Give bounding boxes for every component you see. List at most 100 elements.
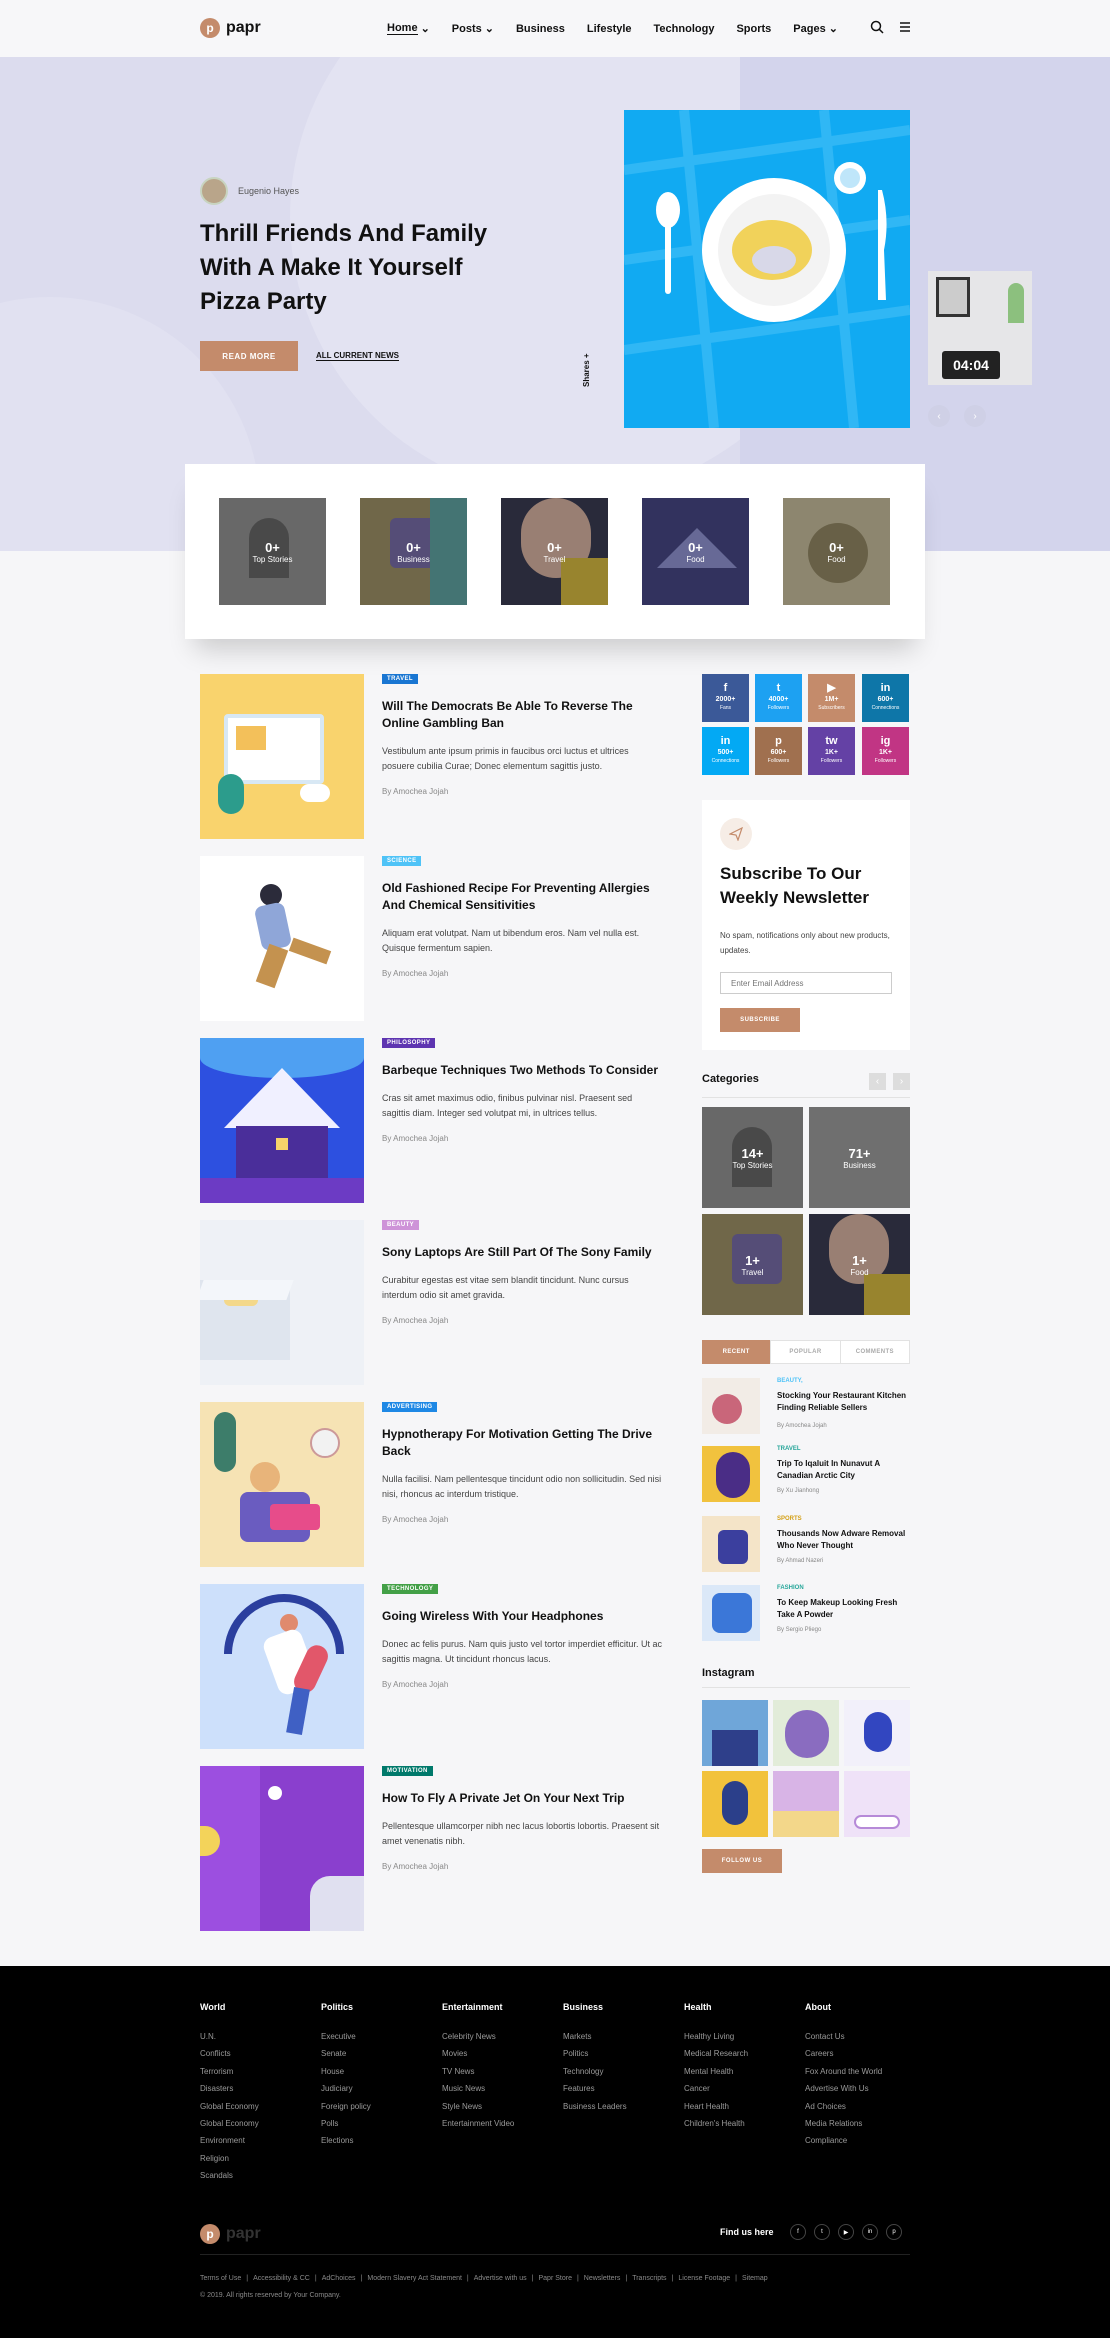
social-pinterest[interactable]: p 600+ Followers [755, 727, 802, 775]
footer-link[interactable]: Global Economy [200, 2098, 310, 2115]
social-facebook[interactable]: f 2000+ Fans [702, 674, 749, 722]
footer-link[interactable]: Scandals [200, 2167, 310, 2184]
footer-link[interactable]: Terrorism [200, 2063, 310, 2080]
footer-bottom-link[interactable]: Modern Slavery Act Statement [367, 2275, 462, 2282]
footer-link[interactable]: Advertise With Us [805, 2080, 915, 2097]
nav-item-business[interactable]: Business [516, 22, 565, 35]
article-tag[interactable]: TRAVEL [382, 674, 418, 684]
article-image[interactable] [200, 1584, 364, 1749]
footer-link[interactable]: Markets [563, 2028, 673, 2045]
instagram-photo[interactable] [702, 1700, 768, 1766]
footer-link[interactable]: Senate [321, 2045, 431, 2062]
email-field[interactable] [720, 972, 892, 994]
category-card[interactable]: 0+ Food [783, 498, 890, 605]
instagram-photo[interactable] [773, 1700, 839, 1766]
article-author[interactable]: By Amochea Jojah [382, 1680, 448, 1689]
slider-prev-arrow[interactable]: ‹ [928, 405, 950, 427]
instagram-photo[interactable] [773, 1771, 839, 1837]
article-author[interactable]: By Amochea Jojah [382, 1316, 448, 1325]
footer-link[interactable]: Executive [321, 2028, 431, 2045]
social-linkedin[interactable]: in 600+ Connections [862, 674, 909, 722]
footer-link[interactable]: Environment [200, 2132, 310, 2149]
footer-link[interactable]: Media Relations [805, 2115, 915, 2132]
social-instagram[interactable]: ig 1K+ Followers [862, 727, 909, 775]
footer-link[interactable]: House [321, 2063, 431, 2080]
subscribe-button[interactable]: SUBSCRIBE [720, 1008, 800, 1032]
article-title[interactable]: Going Wireless With Your Headphones [382, 1608, 662, 1625]
article-title[interactable]: Sony Laptops Are Still Part Of The Sony … [382, 1244, 662, 1261]
footer-link[interactable]: U.N. [200, 2028, 310, 2045]
article-tag[interactable]: TECHNOLOGY [382, 1584, 439, 1594]
social-linkedin-alt[interactable]: in 500+ Connections [702, 727, 749, 775]
hero-author[interactable]: Eugenio Hayes [200, 177, 299, 205]
instagram-photo[interactable] [844, 1700, 910, 1766]
article-image[interactable] [200, 1766, 364, 1931]
footer-bottom-link[interactable]: Papr Store [539, 2275, 572, 2282]
footer-link[interactable]: Politics [563, 2045, 673, 2062]
tab-popular[interactable]: POPULAR [770, 1340, 841, 1364]
facebook-icon[interactable]: f [790, 2224, 806, 2240]
footer-logo[interactable]: p papr [200, 2224, 261, 2244]
article-image[interactable] [200, 1038, 364, 1203]
footer-bottom-link[interactable]: Sitemap [742, 2275, 768, 2282]
footer-link[interactable]: Features [563, 2080, 673, 2097]
read-more-button[interactable]: READ MORE [200, 341, 298, 371]
twitter-icon[interactable]: t [814, 2224, 830, 2240]
footer-link[interactable]: Heart Health [684, 2098, 794, 2115]
category-card[interactable]: 0+ Business [360, 498, 467, 605]
article-author[interactable]: By Amochea Jojah [382, 787, 448, 796]
footer-bottom-link[interactable]: Accessibility & CC [253, 2275, 310, 2282]
follow-us-button[interactable]: FOLLOW US [702, 1849, 782, 1873]
logo[interactable]: p papr [200, 18, 261, 38]
sidebar-category-card[interactable]: 14+ Top Stories [702, 1107, 803, 1208]
footer-link[interactable]: Medical Research [684, 2045, 794, 2062]
footer-link[interactable]: Elections [321, 2132, 431, 2149]
article-tag[interactable]: SCIENCE [382, 856, 422, 866]
footer-link[interactable]: Conflicts [200, 2045, 310, 2062]
footer-link[interactable]: Celebrity News [442, 2028, 552, 2045]
footer-bottom-link[interactable]: License Footage [678, 2275, 730, 2282]
tab-recent[interactable]: RECENT [702, 1340, 771, 1364]
footer-link[interactable]: Foreign policy [321, 2098, 431, 2115]
article-author[interactable]: By Amochea Jojah [382, 1134, 448, 1143]
footer-link[interactable]: Technology [563, 2063, 673, 2080]
article-title[interactable]: How To Fly A Private Jet On Your Next Tr… [382, 1790, 662, 1807]
categories-prev-arrow[interactable]: ‹ [869, 1073, 886, 1090]
instagram-photo[interactable] [702, 1771, 768, 1837]
footer-bottom-link[interactable]: Transcripts [632, 2275, 666, 2282]
footer-bottom-link[interactable]: Newsletters [584, 2275, 621, 2282]
hero-title[interactable]: Thrill Friends And Family With A Make It… [200, 217, 500, 319]
category-card[interactable]: 0+ Food [642, 498, 749, 605]
article-tag[interactable]: BEAUTY [382, 1220, 420, 1230]
footer-link[interactable]: Contact Us [805, 2028, 915, 2045]
article-title[interactable]: Old Fashioned Recipe For Preventing Alle… [382, 880, 662, 914]
footer-link[interactable]: Business Leaders [563, 2098, 673, 2115]
footer-bottom-link[interactable]: AdChoices [322, 2275, 356, 2282]
article-title[interactable]: Barbeque Techniques Two Methods To Consi… [382, 1062, 662, 1079]
nav-item-posts[interactable]: Posts ⌄ [452, 22, 494, 36]
category-card[interactable]: 0+ Travel [501, 498, 608, 605]
footer-link[interactable]: Entertainment Video [442, 2115, 552, 2132]
footer-link[interactable]: Global Economy [200, 2115, 310, 2132]
footer-bottom-link[interactable]: Advertise with us [474, 2275, 527, 2282]
hamburger-icon[interactable] [898, 20, 912, 34]
article-title[interactable]: Will The Democrats Be Able To Reverse Th… [382, 698, 662, 732]
nav-item-pages[interactable]: Pages ⌄ [793, 22, 838, 36]
article-author[interactable]: By Amochea Jojah [382, 969, 448, 978]
footer-link[interactable]: TV News [442, 2063, 552, 2080]
footer-link[interactable]: Compliance [805, 2132, 915, 2149]
footer-link[interactable]: Movies [442, 2045, 552, 2062]
nav-item-home[interactable]: Home ⌄ [387, 22, 430, 35]
footer-link[interactable]: Careers [805, 2045, 915, 2062]
article-tag[interactable]: ADVERTISING [382, 1402, 438, 1412]
all-current-news-link[interactable]: ALL CURRENT NEWS [316, 351, 399, 361]
recent-post[interactable]: TRAVEL Trip To Iqaluit In Nunavut A Cana… [702, 1446, 910, 1506]
instagram-photo[interactable] [844, 1771, 910, 1837]
footer-link[interactable]: Style News [442, 2098, 552, 2115]
footer-link[interactable]: Healthy Living [684, 2028, 794, 2045]
sidebar-category-card[interactable]: 71+ Business [809, 1107, 910, 1208]
categories-next-arrow[interactable]: › [893, 1073, 910, 1090]
footer-link[interactable]: Music News [442, 2080, 552, 2097]
article-author[interactable]: By Amochea Jojah [382, 1515, 448, 1524]
next-slide-thumbnail[interactable]: 04:04 [928, 271, 1032, 385]
